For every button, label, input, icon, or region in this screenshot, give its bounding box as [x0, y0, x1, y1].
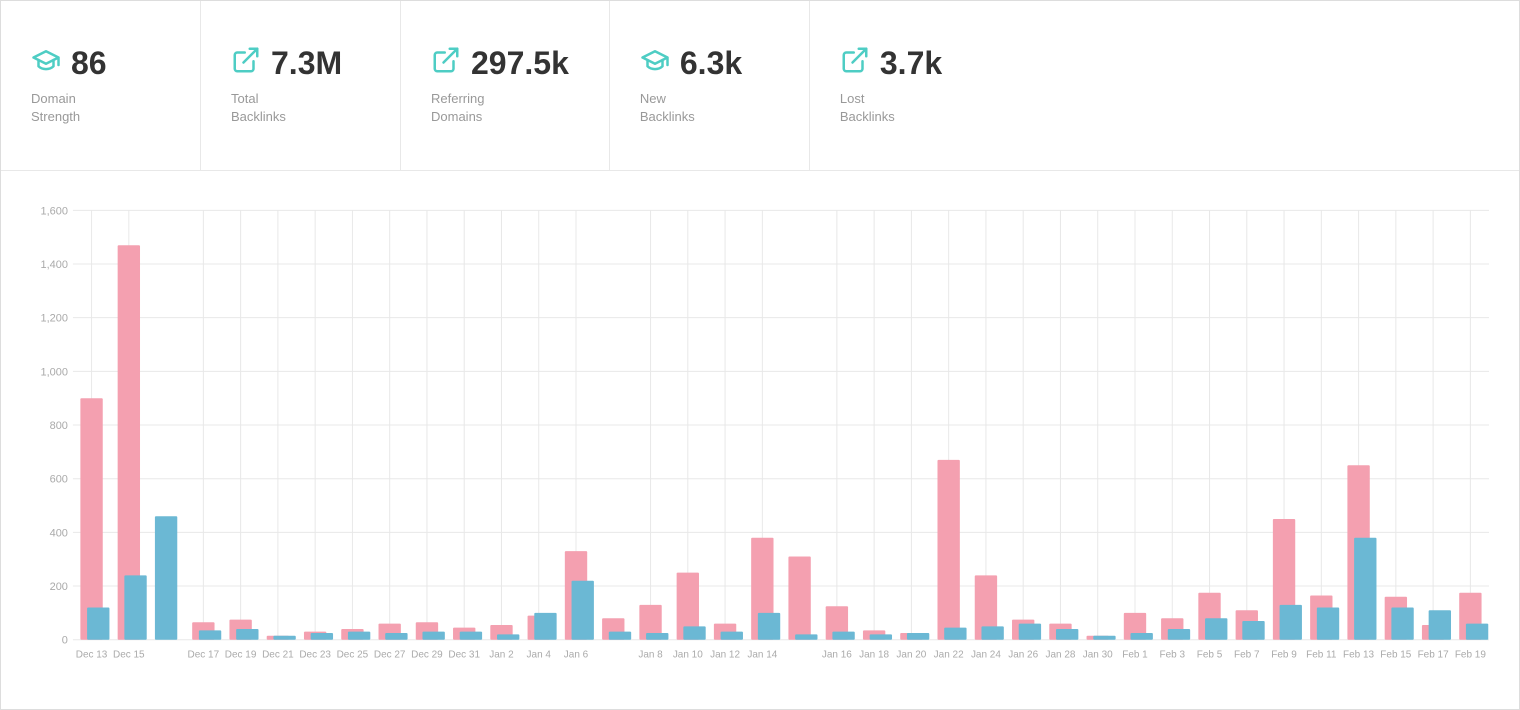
svg-text:Feb 15: Feb 15: [1380, 650, 1411, 661]
svg-text:Dec 23: Dec 23: [299, 650, 331, 661]
svg-text:Dec 13: Dec 13: [76, 650, 108, 661]
link-icon: [231, 45, 261, 82]
svg-text:Dec 15: Dec 15: [113, 650, 145, 661]
svg-text:Jan 26: Jan 26: [1008, 650, 1038, 661]
stat-referring-domains: 297.5k ReferringDomains: [401, 1, 610, 170]
stat-domain-strength: 86 DomainStrength: [1, 1, 201, 170]
stat-value-domain-strength: 86: [71, 45, 107, 82]
svg-text:Feb 5: Feb 5: [1197, 650, 1223, 661]
stat-label-referring-domains: ReferringDomains: [431, 90, 484, 126]
stat-value-total-backlinks: 7.3M: [271, 45, 342, 82]
svg-text:Jan 16: Jan 16: [822, 650, 852, 661]
link-icon: [840, 45, 870, 82]
svg-text:Jan 20: Jan 20: [896, 650, 926, 661]
svg-text:Dec 27: Dec 27: [374, 650, 406, 661]
graduation-icon: [31, 45, 61, 82]
svg-text:Dec 25: Dec 25: [337, 650, 369, 661]
stat-label-lost-backlinks: LostBacklinks: [840, 90, 895, 126]
svg-text:Jan 22: Jan 22: [934, 650, 964, 661]
svg-text:Feb 7: Feb 7: [1234, 650, 1260, 661]
svg-text:Feb 13: Feb 13: [1343, 650, 1374, 661]
svg-text:600: 600: [50, 474, 68, 486]
stat-new-backlinks: 6.3k NewBacklinks: [610, 1, 810, 170]
svg-text:Feb 1: Feb 1: [1122, 650, 1148, 661]
svg-text:Jan 4: Jan 4: [527, 650, 552, 661]
stat-label-domain-strength: DomainStrength: [31, 90, 80, 126]
backlinks-chart: 1,600 1,400 1,200 1,000 800 600 400 200 0 Dec 13 D…: [21, 191, 1499, 699]
graduation-icon: [640, 45, 670, 82]
stat-total-backlinks: 7.3M TotalBacklinks: [201, 1, 401, 170]
svg-text:Dec 31: Dec 31: [448, 650, 480, 661]
stat-value-new-backlinks: 6.3k: [680, 45, 742, 82]
svg-text:Jan 8: Jan 8: [638, 650, 663, 661]
svg-text:Feb 9: Feb 9: [1271, 650, 1297, 661]
svg-text:Jan 14: Jan 14: [747, 650, 777, 661]
svg-text:800: 800: [50, 420, 68, 432]
svg-text:1,200: 1,200: [40, 313, 67, 325]
svg-text:Jan 30: Jan 30: [1083, 650, 1113, 661]
svg-text:Jan 18: Jan 18: [859, 650, 889, 661]
stat-value-referring-domains: 297.5k: [471, 45, 569, 82]
stat-header-total-backlinks: 7.3M: [231, 45, 342, 82]
stat-header-referring-domains: 297.5k: [431, 45, 569, 82]
stat-label-new-backlinks: NewBacklinks: [640, 90, 695, 126]
svg-text:Dec 19: Dec 19: [225, 650, 257, 661]
stat-label-total-backlinks: TotalBacklinks: [231, 90, 286, 126]
svg-text:Jan 24: Jan 24: [971, 650, 1001, 661]
svg-text:Jan 10: Jan 10: [673, 650, 703, 661]
svg-text:Jan 6: Jan 6: [564, 650, 589, 661]
stat-header-lost-backlinks: 3.7k: [840, 45, 942, 82]
stat-lost-backlinks: 3.7k LostBacklinks: [810, 1, 1010, 170]
chart-area: 1,600 1,400 1,200 1,000 800 600 400 200 0 Dec 13 D…: [1, 171, 1519, 709]
svg-text:Dec 17: Dec 17: [188, 650, 220, 661]
svg-text:200: 200: [50, 581, 68, 593]
svg-text:400: 400: [50, 527, 68, 539]
svg-text:Feb 19: Feb 19: [1455, 650, 1486, 661]
stat-header-new-backlinks: 6.3k: [640, 45, 742, 82]
svg-text:Jan 28: Jan 28: [1045, 650, 1075, 661]
svg-text:Jan 12: Jan 12: [710, 650, 740, 661]
svg-text:Feb 3: Feb 3: [1160, 650, 1186, 661]
stat-value-lost-backlinks: 3.7k: [880, 45, 942, 82]
svg-text:0: 0: [62, 635, 68, 647]
stats-row: 86 DomainStrength 7.3M TotalBacklinks 29…: [1, 1, 1519, 171]
dashboard-container: 86 DomainStrength 7.3M TotalBacklinks 29…: [0, 0, 1520, 710]
svg-text:Dec 21: Dec 21: [262, 650, 294, 661]
link-icon: [431, 45, 461, 82]
svg-text:Feb 17: Feb 17: [1418, 650, 1449, 661]
svg-text:1,400: 1,400: [40, 259, 67, 271]
stat-header-domain-strength: 86: [31, 45, 107, 82]
svg-text:1,000: 1,000: [40, 366, 67, 378]
svg-text:1,600: 1,600: [40, 205, 67, 217]
svg-text:Dec 29: Dec 29: [411, 650, 443, 661]
svg-text:Feb 11: Feb 11: [1306, 650, 1337, 661]
svg-text:Jan 2: Jan 2: [489, 650, 514, 661]
